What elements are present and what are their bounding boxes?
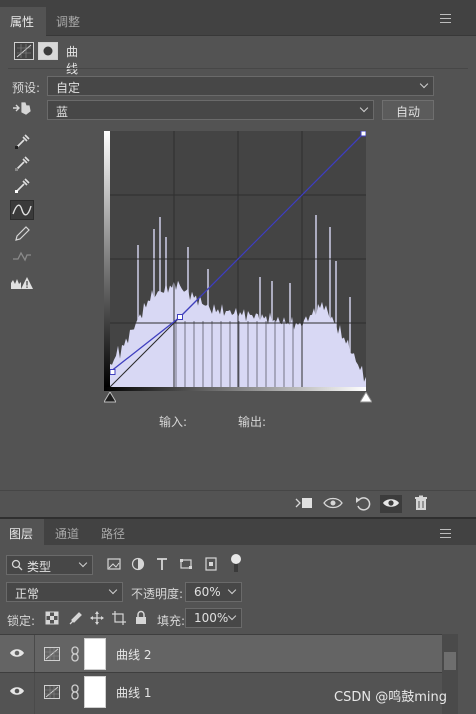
curves-adjustment-icon[interactable] [14, 42, 34, 60]
pencil-icon[interactable] [10, 224, 34, 244]
lock-all-icon[interactable] [134, 610, 148, 625]
auto-button[interactable]: 自动 [382, 100, 434, 120]
tab-paths[interactable]: 路径 [92, 519, 136, 545]
view-previous-state-icon[interactable] [322, 495, 344, 513]
input-gradient-bar [104, 387, 366, 391]
chevron-down-icon [227, 585, 237, 595]
reset-icon[interactable] [352, 495, 374, 513]
visibility-divider [34, 673, 35, 714]
curves-layer-icon [44, 685, 60, 699]
tab-properties[interactable]: 属性 [0, 7, 46, 36]
white-point-eyedropper-icon[interactable] [10, 175, 34, 195]
adjustment-layer-filter-icon[interactable] [131, 557, 145, 571]
target-adjust-hand-icon[interactable] [10, 100, 34, 120]
smooth-curve-icon[interactable] [10, 247, 34, 267]
lock-artboard-icon[interactable] [112, 611, 126, 625]
curve-control-point[interactable] [360, 130, 367, 137]
curve-control-point[interactable] [109, 369, 116, 375]
curve-point-tool-icon[interactable] [10, 200, 34, 220]
fill-value: 100% [194, 611, 229, 625]
layers-tabbar: 图层 通道 路径 [0, 517, 476, 545]
fill-field[interactable]: 100% [185, 608, 242, 628]
tab-layers[interactable]: 图层 [0, 519, 44, 545]
smart-object-filter-icon[interactable] [204, 557, 218, 571]
mask-link-icon[interactable] [70, 646, 80, 662]
opacity-field[interactable]: 60% [185, 582, 242, 602]
curves-graph[interactable] [109, 130, 367, 388]
lock-transparent-pixels-icon[interactable] [45, 611, 59, 625]
panel-menu-icon[interactable] [440, 14, 451, 23]
white-input-slider[interactable] [360, 392, 372, 403]
preset-dropdown[interactable]: 自定 [47, 76, 434, 96]
chevron-down-icon [78, 558, 88, 568]
search-icon [11, 559, 23, 571]
chevron-down-icon [108, 585, 118, 595]
layer-mask-thumbnail[interactable] [84, 638, 106, 670]
eye-icon[interactable] [9, 685, 25, 697]
chevron-down-icon [227, 611, 237, 621]
opacity-value: 60% [194, 585, 221, 599]
layer-row[interactable]: 曲线 2 [0, 634, 442, 673]
opacity-label: 不透明度: [131, 587, 184, 601]
fill-label: 填充: [157, 614, 186, 628]
lock-label: 锁定: [7, 614, 36, 628]
watermark: CSDN @鸣鼓ming [334, 690, 447, 705]
curves-layer-icon [44, 647, 60, 661]
tab-channels[interactable]: 通道 [46, 519, 90, 545]
black-point-eyedropper-icon[interactable] [10, 131, 34, 151]
mask-icon[interactable] [38, 42, 58, 60]
eye-icon[interactable] [9, 647, 25, 659]
tab-adjustments[interactable]: 调整 [46, 7, 92, 36]
type-layer-filter-icon[interactable] [155, 557, 169, 571]
chevron-down-icon [359, 103, 369, 113]
filter-toggle-switch[interactable] [230, 553, 242, 573]
blend-mode-dropdown[interactable]: 正常 [6, 582, 123, 602]
delete-icon[interactable] [410, 495, 432, 513]
properties-bottom-bar [0, 490, 476, 516]
layer-filter-dropdown[interactable]: 类型 [6, 555, 93, 575]
pixel-layer-filter-icon[interactable] [107, 557, 121, 571]
layer-filter-value: 类型 [27, 560, 52, 574]
preset-label: 预设: [12, 81, 41, 95]
clipping-warning-icon[interactable] [10, 275, 34, 295]
properties-tabbar: 属性 调整 [0, 0, 476, 36]
output-label: 输出: [238, 415, 267, 429]
header-divider [8, 68, 468, 69]
chevron-down-icon [419, 79, 429, 89]
properties-title: 曲线 [66, 45, 79, 76]
gray-point-eyedropper-icon[interactable] [10, 153, 34, 173]
toggle-visibility-icon[interactable] [380, 495, 402, 513]
curves-graph-svg[interactable] [109, 130, 367, 388]
layer-name[interactable]: 曲线 1 [116, 684, 151, 701]
blend-mode-value: 正常 [15, 587, 40, 601]
black-input-slider[interactable] [104, 392, 116, 403]
preset-value: 自定 [56, 81, 81, 95]
lock-position-icon[interactable] [90, 611, 104, 625]
layer-mask-thumbnail[interactable] [84, 676, 106, 708]
clip-to-layer-icon[interactable] [294, 495, 316, 513]
channel-dropdown[interactable]: 蓝 [47, 100, 374, 120]
input-label: 输入: [159, 415, 188, 429]
mask-link-icon[interactable] [70, 684, 80, 700]
visibility-divider [34, 635, 35, 673]
layers-scroll-thumb[interactable] [444, 652, 456, 670]
curve-control-point[interactable] [177, 314, 183, 320]
shape-layer-filter-icon[interactable] [180, 557, 194, 571]
layers-menu-icon[interactable] [440, 529, 451, 538]
layer-name[interactable]: 曲线 2 [116, 646, 151, 663]
lock-image-pixels-icon[interactable] [68, 611, 82, 625]
channel-value: 蓝 [56, 105, 69, 119]
